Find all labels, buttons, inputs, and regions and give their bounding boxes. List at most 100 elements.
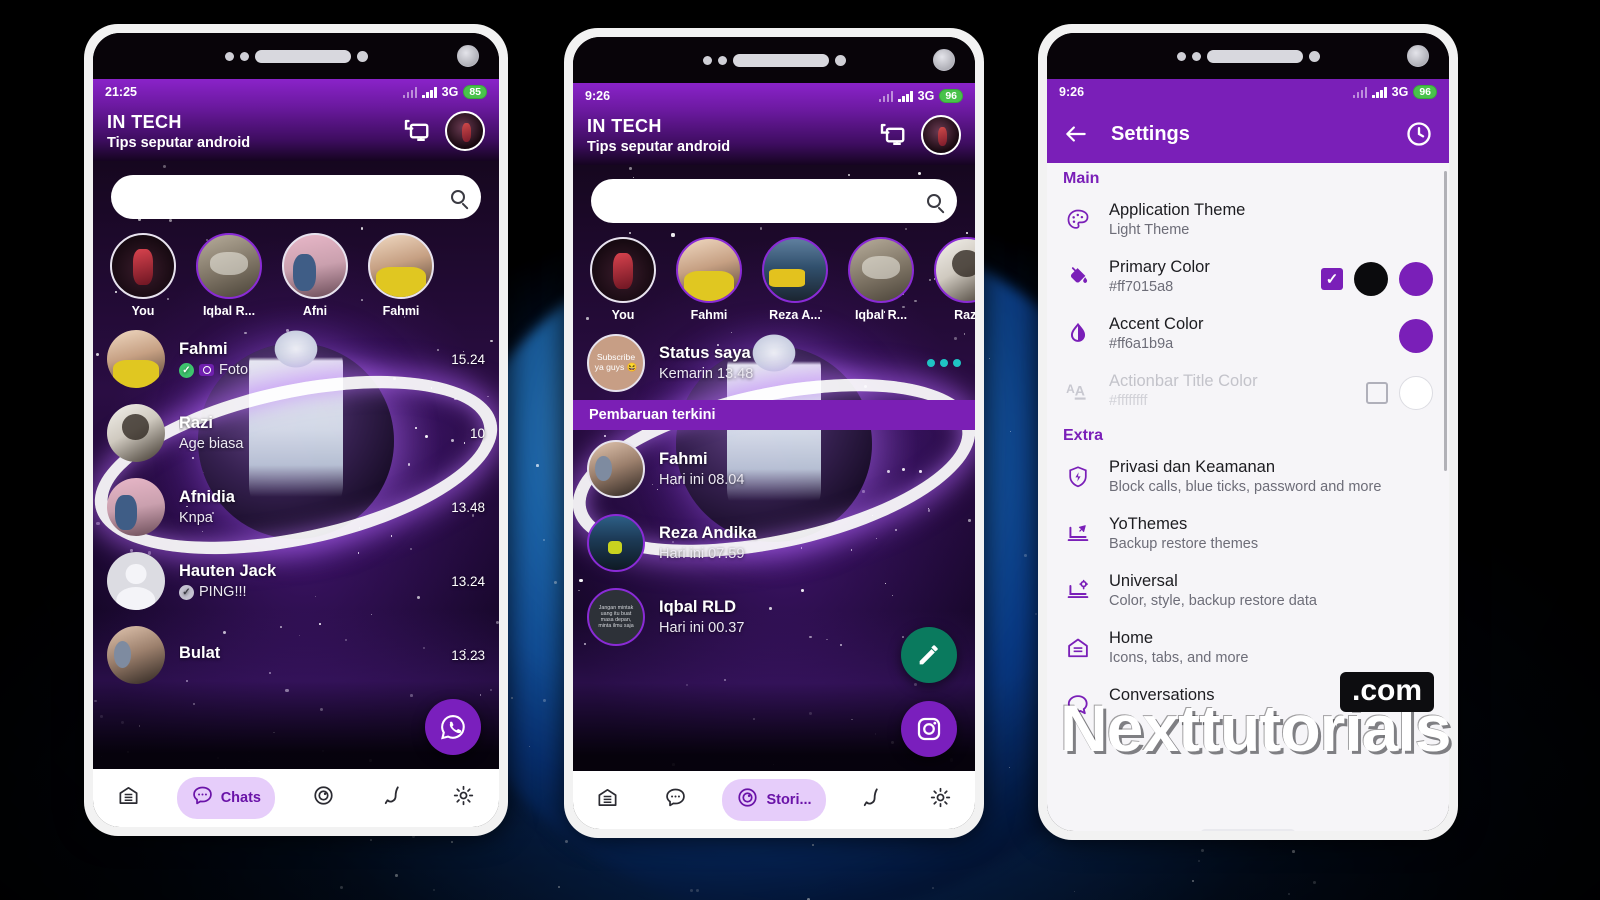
settings-row-subtitle: #ffffffff: [1109, 392, 1148, 409]
color-swatch[interactable]: [1354, 261, 1388, 296]
settings-row-subtitle: Color, style, backup restore data: [1109, 592, 1317, 609]
chat-row[interactable]: Fahmi ✓ Foto 15.24: [93, 322, 499, 396]
phone-1-chat-list[interactable]: Fahmi ✓ Foto 15.24 Razi Age biasa 10 Afni…: [93, 320, 499, 692]
color-swatch[interactable]: [1399, 375, 1433, 410]
settings-row[interactable]: Accent Color #ff6a1b9a: [1047, 306, 1449, 363]
chat-avatar: [107, 552, 165, 610]
chat-avatar: [107, 330, 165, 388]
story-item[interactable]: Reza A...: [759, 237, 831, 322]
nav-item-gear[interactable]: [442, 777, 485, 819]
phone-1-story-strip[interactable]: You Iqbal R... Afni Fahmi: [93, 229, 499, 320]
settings-row-subtitle: #ff6a1b9a: [1109, 335, 1174, 352]
phone-1-bottom-nav[interactable]: Chats: [93, 769, 499, 827]
nav-item-status-ring[interactable]: Stori...: [722, 779, 826, 821]
nav-item-phone[interactable]: [372, 777, 415, 819]
settings-row[interactable]: Primary Color #ff7015a8 ✓: [1047, 249, 1449, 306]
desktop-link-icon[interactable]: [401, 116, 431, 146]
story-item[interactable]: Fahmi: [365, 233, 437, 318]
my-status-row[interactable]: Subscribe ya guys 😆 Status saya Kemarin …: [573, 324, 975, 400]
phone-2-notch: [573, 37, 975, 83]
nav-item-home[interactable]: [107, 777, 150, 819]
color-swatch[interactable]: [1399, 318, 1433, 353]
story-item[interactable]: Iqbal R...: [193, 233, 265, 318]
search-input[interactable]: [111, 175, 481, 219]
story-item[interactable]: Afni: [279, 233, 351, 318]
story-avatar: [934, 237, 975, 303]
phone-1-appbar: IN TECH Tips seputar android: [93, 105, 499, 161]
chat-row[interactable]: Razi Age biasa 10: [93, 396, 499, 470]
sensor-dot: [702, 55, 712, 65]
phone-2-updates-list[interactable]: Fahmi Hari ini 08.04 Reza Andika Hari in…: [573, 430, 975, 654]
settings-row-title: Accent Color: [1109, 314, 1204, 333]
signal-icon-1: [402, 86, 418, 98]
nav-item-phone[interactable]: [851, 779, 894, 821]
row-checkbox[interactable]: ✓: [1321, 267, 1343, 290]
history-clock-icon[interactable]: [1405, 120, 1433, 148]
settings-appbar: Settings: [1047, 105, 1449, 163]
profile-avatar[interactable]: [921, 115, 961, 155]
settings-row[interactable]: AA Actionbar Title Color #ffffffff: [1047, 363, 1449, 420]
story-item[interactable]: Fahmi: [673, 237, 745, 322]
chat-preview: Age biasa: [179, 436, 244, 452]
story-name: Razi: [954, 308, 975, 322]
phone-2-bottom-nav[interactable]: Stori...: [573, 771, 975, 829]
signal-icon-2: [422, 86, 437, 98]
desktop-link-icon[interactable]: [877, 120, 907, 150]
phone-2-status-wallpaper: You Fahmi Reza A... Iqbal R... Razi Subs…: [573, 165, 975, 771]
settings-row-subtitle: Backup restore themes: [1109, 535, 1259, 552]
story-item[interactable]: Razi: [931, 237, 975, 322]
status-thumbnail: [587, 440, 645, 498]
status-update-row[interactable]: Fahmi Hari ini 08.04: [573, 432, 975, 506]
read-receipt-icon: ✓: [179, 362, 194, 378]
chat-time: 13.23: [451, 647, 485, 663]
camera-status-fab[interactable]: [901, 701, 957, 757]
settings-row-subtitle: Icons, tabs, and more: [1109, 649, 1249, 666]
color-swatch[interactable]: [1399, 261, 1433, 296]
chat-row[interactable]: Hauten Jack ✓ PING!!! 13.24: [93, 544, 499, 618]
profile-avatar[interactable]: [445, 111, 485, 151]
story-item[interactable]: You: [587, 237, 659, 322]
story-avatar: [762, 237, 828, 303]
nav-item-status-ring[interactable]: [302, 777, 345, 819]
compose-status-fab[interactable]: [901, 627, 957, 683]
new-chat-fab[interactable]: [425, 699, 481, 755]
battery-badge: 96: [939, 89, 963, 103]
nav-item-home[interactable]: [586, 779, 629, 821]
search-input[interactable]: [591, 179, 957, 223]
nav-item-gear[interactable]: [919, 779, 962, 821]
battery-badge: 85: [463, 85, 487, 99]
scrollbar-thumb[interactable]: [1444, 171, 1447, 471]
palette-icon: [1063, 201, 1093, 233]
story-avatar: [848, 237, 914, 303]
story-item[interactable]: Iqbal R...: [845, 237, 917, 322]
story-name: You: [131, 304, 155, 318]
settings-row-title: Application Theme: [1109, 201, 1246, 219]
chat-row[interactable]: Afnidia Knpa 13.48: [93, 470, 499, 544]
settings-row-title: YoThemes: [1109, 514, 1188, 533]
settings-row[interactable]: Home Icons, tabs, and more: [1047, 620, 1449, 677]
nav-item-chat-bubble[interactable]: Chats: [176, 777, 275, 819]
settings-row[interactable]: YoThemes Backup restore themes: [1047, 506, 1449, 563]
story-avatar: [676, 237, 742, 303]
shield-icon: [1063, 458, 1093, 490]
settings-row-title: Universal: [1109, 571, 1178, 590]
sensor-dot: [834, 54, 846, 66]
settings-row[interactable]: Application Theme Light Theme: [1047, 192, 1449, 249]
chat-bubble-icon: [191, 784, 214, 812]
recent-updates-header: Pembaruan terkini: [573, 400, 975, 430]
back-arrow-icon[interactable]: [1063, 121, 1089, 147]
status-time: Hari ini 07.59: [659, 546, 745, 562]
story-item[interactable]: You: [107, 233, 179, 318]
home-icon: [596, 786, 619, 814]
phone-2-story-strip[interactable]: You Fahmi Reza A... Iqbal R... Razi: [573, 233, 975, 324]
nav-item-label: Chats: [220, 790, 261, 806]
settings-section-header: Extra: [1063, 426, 1104, 444]
nav-item-chat-bubble[interactable]: [654, 779, 697, 821]
row-checkbox[interactable]: [1366, 381, 1388, 404]
status-name: Fahmi: [659, 450, 708, 468]
chat-row[interactable]: Bulat 13.23: [93, 618, 499, 692]
chat-avatar: [107, 626, 165, 684]
settings-row[interactable]: Privasi dan Keamanan Block calls, blue t…: [1047, 449, 1449, 506]
status-update-row[interactable]: Reza Andika Hari ini 07.59: [573, 506, 975, 580]
settings-row[interactable]: Universal Color, style, backup restore d…: [1047, 563, 1449, 620]
